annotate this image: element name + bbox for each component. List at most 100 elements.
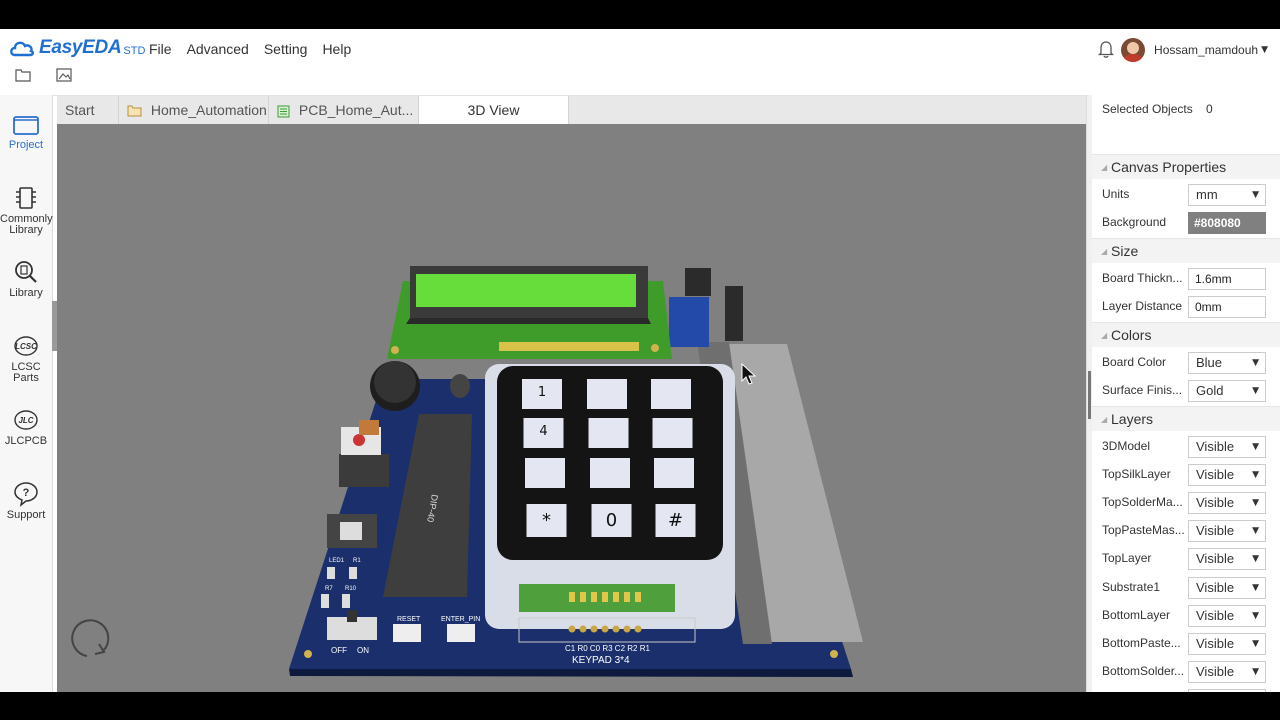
board-thickness-input[interactable]: 1.6mm xyxy=(1188,268,1266,290)
keypad-key xyxy=(525,458,565,488)
easyeda-window: EasyEDA STD File Advanced Setting Help H… xyxy=(0,29,1280,692)
background-label: Background xyxy=(1102,215,1167,229)
section-colors[interactable]: ◢ Colors xyxy=(1092,322,1280,347)
reset-button-part xyxy=(393,624,421,642)
chevron-down-icon: ▼ xyxy=(1252,690,1259,692)
sidebar-item-jlcpcb[interactable]: JLC JLCPCB xyxy=(0,407,52,447)
pcb-3d-render: DIP-40 14* 0 # C1 R0 C0 R3 C2 R2 R1 KEYPAD… xyxy=(71,266,863,677)
background-color-field[interactable]: #808080 xyxy=(1188,212,1266,234)
units-label: Units xyxy=(1102,187,1130,201)
layer-visibility-select[interactable]: Visible▼ xyxy=(1188,604,1266,627)
logo[interactable]: EasyEDA STD xyxy=(8,36,145,60)
notification-bell-icon[interactable] xyxy=(1097,40,1115,61)
project-folder-icon xyxy=(13,116,39,135)
keypad-key xyxy=(587,379,627,409)
menu-setting[interactable]: Setting xyxy=(264,41,308,57)
layer-visibility-value: Visible xyxy=(1196,439,1235,454)
section-canvas-properties[interactable]: ◢ Canvas Properties xyxy=(1092,154,1280,179)
layer-distance-label: Layer Distance xyxy=(1102,299,1183,313)
sidebar-item-lcsc-parts[interactable]: LCSC LCSC Parts xyxy=(0,333,52,384)
layer-visibility-value: Visible xyxy=(1196,663,1235,679)
layer-visibility-select[interactable]: Visible▼ xyxy=(1188,520,1266,543)
export-image-icon[interactable] xyxy=(54,65,74,85)
board-color-select[interactable]: Blue ▼ xyxy=(1188,352,1266,374)
r1-label: R1 xyxy=(353,558,361,564)
enter-silk-label: ENTER_PIN xyxy=(441,616,480,623)
chevron-down-icon: ▼ xyxy=(1252,554,1259,565)
tab-3d-view-label: 3D View xyxy=(467,102,520,118)
keypad-label: KEYPAD 3*4 xyxy=(572,655,630,666)
keypad-keys: 1 4 * 0 # xyxy=(522,379,696,537)
sidebar-label-project: Project xyxy=(8,139,44,151)
menu-bar: File Advanced Setting Help xyxy=(149,41,366,57)
tab-pcb[interactable]: PCB_Home_Aut... xyxy=(269,96,419,124)
collapse-icon: ◢ xyxy=(1101,415,1108,424)
layer-visibility-select[interactable]: Visible▼ xyxy=(1188,660,1266,683)
section-layers[interactable]: ◢ Layers xyxy=(1092,406,1280,431)
sidebar-item-project[interactable]: Project xyxy=(0,111,52,151)
switch-off-label: OFF xyxy=(331,646,347,655)
led1-label: LED1 xyxy=(329,558,345,564)
surface-finish-select[interactable]: Gold ▼ xyxy=(1188,380,1266,402)
logo-suffix: STD xyxy=(123,45,146,57)
collapse-icon: ◢ xyxy=(1101,247,1108,256)
layer-visibility-select[interactable]: Visible▼ xyxy=(1188,436,1266,458)
menu-help[interactable]: Help xyxy=(322,41,351,57)
layer-visibility-select[interactable]: Visible▼ xyxy=(1188,576,1266,599)
tab-home-automation[interactable]: Home_Automation xyxy=(119,96,269,124)
sidebar-item-commonly-library[interactable]: Commonly Library xyxy=(0,185,53,236)
layer-visibility-select[interactable]: Visible▼ xyxy=(1188,464,1266,487)
units-select[interactable]: mm ▼ xyxy=(1188,184,1266,206)
chevron-down-icon: ▼ xyxy=(1252,610,1259,621)
layer-label: TopPasteMas... xyxy=(1102,523,1184,538)
pad xyxy=(590,625,598,633)
sidebar-label-support: Support xyxy=(6,509,46,521)
layer-visibility-select[interactable]: Visible ▼ xyxy=(1188,548,1266,571)
tab-start-label: Start xyxy=(65,102,95,118)
board-color-label: Board Color xyxy=(1102,355,1167,369)
sidebar-item-support[interactable]: ? Support xyxy=(0,481,52,521)
connector-pin xyxy=(569,592,575,602)
board-thickness-label: Board Thickn... xyxy=(1102,271,1183,285)
layer-label: TopLayer xyxy=(1102,551,1152,566)
layer-visibility-select[interactable]: Visible▼ xyxy=(1188,492,1266,515)
schematic-folder-icon xyxy=(127,105,142,117)
support-question-icon: ? xyxy=(14,482,38,507)
header: EasyEDA STD File Advanced Setting Help H… xyxy=(0,29,1280,96)
jlc-logo-icon: JLC xyxy=(14,410,38,430)
layer-label: 3DModel xyxy=(1102,439,1151,453)
connector-pin xyxy=(635,592,641,602)
layer-distance-input[interactable]: 0mm xyxy=(1188,296,1266,318)
svg-text:JLC: JLC xyxy=(18,416,33,425)
voltage-regulator xyxy=(339,454,389,487)
tab-start[interactable]: Start xyxy=(57,96,119,124)
layer-visibility-value: Visible xyxy=(1196,551,1235,567)
layer-label: Substrate1 xyxy=(1102,579,1161,594)
pad xyxy=(612,625,620,633)
chip-icon xyxy=(16,187,36,209)
r10-label: R10 xyxy=(345,586,357,592)
cloud-logo-icon xyxy=(10,41,34,57)
menu-file[interactable]: File xyxy=(149,41,172,57)
reset-view-icon[interactable] xyxy=(71,619,110,657)
user-name: Hossam_mamdouh xyxy=(1154,43,1259,57)
tab-3d-view[interactable]: 3D View xyxy=(419,96,569,124)
pad xyxy=(579,625,587,633)
sidebar-item-library[interactable]: Library xyxy=(0,259,52,299)
layer-visibility-select[interactable]: Visible▼ xyxy=(1188,688,1266,692)
menu-advanced[interactable]: Advanced xyxy=(187,41,249,57)
user-menu[interactable]: Hossam_mamdouh ▼ xyxy=(1121,38,1268,62)
keypad-key xyxy=(652,418,693,448)
lcsc-logo-icon: LCSC xyxy=(14,336,38,356)
pcb-icon xyxy=(277,105,290,118)
logo-text: EasyEDA xyxy=(39,37,122,58)
layer-visibility-value: Visible xyxy=(1196,635,1235,651)
section-size[interactable]: ◢ Size xyxy=(1092,238,1280,263)
open-folder-icon[interactable] xyxy=(13,65,33,85)
chevron-down-icon: ▼ xyxy=(1252,190,1259,200)
sidebar-label-library: Library xyxy=(9,287,43,299)
tab-bar: Start Home_Automation PCB_Home_Aut... 3D… xyxy=(57,96,1086,125)
3d-viewport[interactable]: DIP-40 1 4 * 0 # C1 R0 C0 R3 C2 R2 R1 KEYPAD… xyxy=(57,124,1086,692)
layer-visibility-select[interactable]: Visible▼ xyxy=(1188,632,1266,655)
svg-text:?: ? xyxy=(23,487,30,499)
